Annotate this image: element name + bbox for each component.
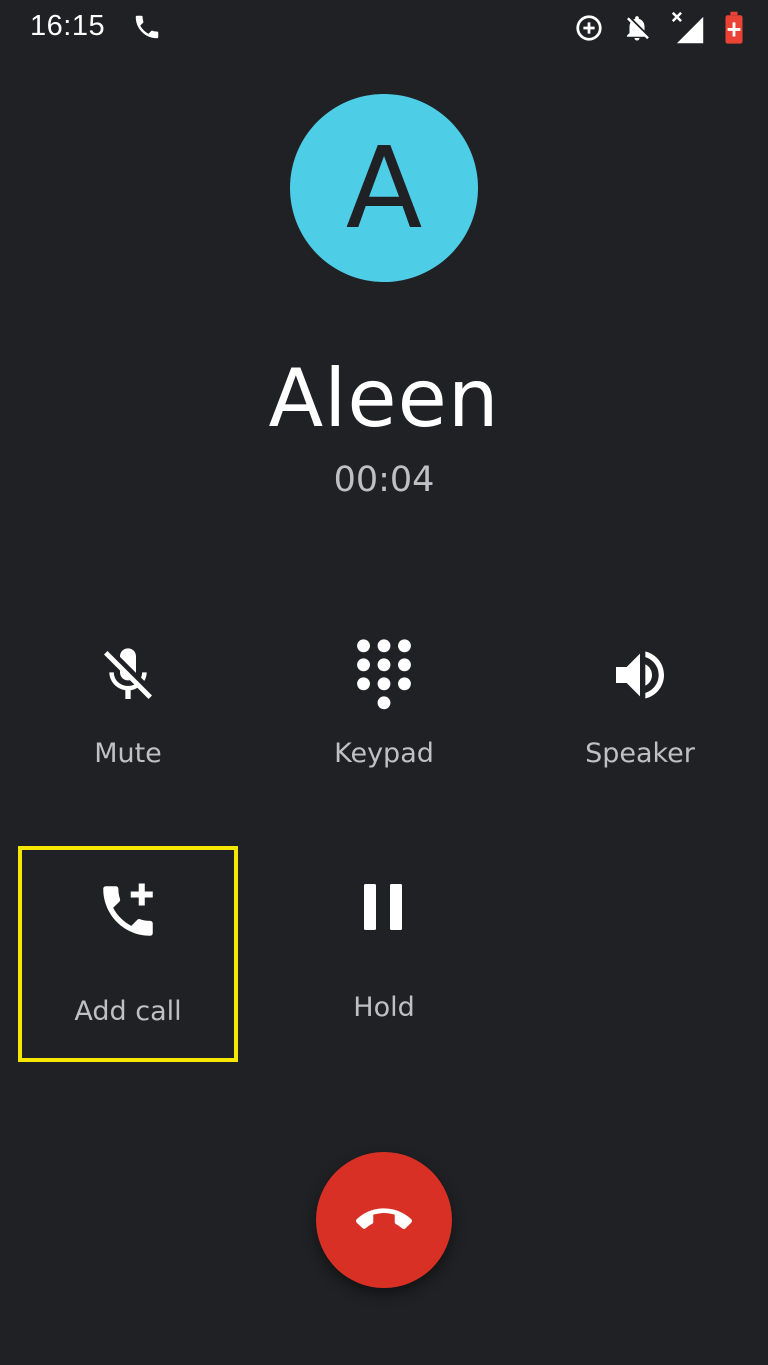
data-saver-icon — [576, 15, 602, 41]
dialpad-icon — [349, 639, 419, 710]
add-call-button[interactable]: Add call — [18, 846, 238, 1062]
mute-button[interactable]: Mute — [18, 610, 238, 810]
status-bar: 16:15 — [0, 0, 768, 56]
mute-label: Mute — [94, 738, 162, 769]
avatar-letter: A — [345, 124, 423, 254]
keypad-button[interactable]: Keypad — [274, 610, 494, 810]
call-duration: 00:04 — [333, 460, 435, 500]
pause-icon — [349, 872, 419, 942]
contact-avatar: A — [290, 94, 478, 282]
status-time: 16:15 — [30, 10, 106, 42]
volume-up-icon — [605, 640, 675, 710]
hold-label: Hold — [353, 992, 415, 1023]
hold-button[interactable]: Hold — [274, 846, 494, 1062]
add-call-label: Add call — [74, 996, 182, 1027]
keypad-label: Keypad — [334, 738, 434, 769]
in-call-screen: 16:15 A Aleen 00:04 Mute Keypad Speaker … — [0, 0, 768, 1365]
speaker-label: Speaker — [585, 738, 695, 769]
end-call-button[interactable] — [316, 1152, 452, 1288]
mic-off-icon — [93, 640, 163, 710]
phone-call-icon — [135, 15, 159, 39]
call-end-icon — [356, 1208, 412, 1230]
signal-no-data-icon — [671, 11, 704, 44]
add-call-icon — [93, 876, 163, 946]
speaker-button[interactable]: Speaker — [530, 610, 750, 810]
contact-name: Aleen — [268, 352, 500, 445]
notifications-off-icon — [627, 16, 649, 41]
battery-alert-icon — [725, 11, 743, 44]
status-icons — [574, 8, 744, 48]
